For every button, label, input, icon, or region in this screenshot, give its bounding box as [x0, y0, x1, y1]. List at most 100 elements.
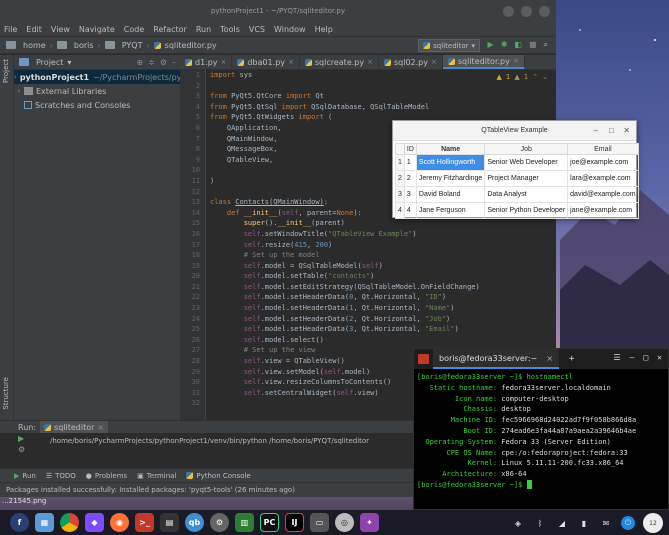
project-tool-tab[interactable]: Project [2, 59, 10, 83]
menu-help[interactable]: Help [315, 25, 333, 34]
spreadsheet-icon[interactable]: ▥ [235, 513, 254, 532]
rerun-icon[interactable]: ▶ [18, 434, 30, 443]
cell-job[interactable]: Project Manager [484, 170, 569, 187]
close-icon[interactable]: × [546, 354, 553, 363]
menu-window[interactable]: Window [274, 25, 306, 34]
chevron-right-icon[interactable]: › [14, 87, 24, 95]
row-header[interactable]: 2 [395, 170, 405, 187]
menu-run[interactable]: Run [196, 25, 211, 34]
menu-view[interactable]: View [51, 25, 70, 34]
locate-icon[interactable]: ⊕ [136, 58, 143, 67]
cell-id[interactable]: 3 [403, 186, 417, 203]
clock[interactable]: 12 [643, 513, 663, 533]
settings-icon[interactable]: ⚙ [210, 513, 229, 532]
terminal-tab[interactable]: boris@fedora33server:~ × [433, 349, 560, 369]
cell-name[interactable]: Scott Hollingworth [415, 154, 486, 171]
close-button[interactable] [539, 5, 550, 17]
chevron-right-icon[interactable]: › [14, 73, 17, 81]
tree-item-project[interactable]: › pythonProject1 ~/PycharmProjects/pyth [14, 70, 190, 84]
qbittorrent-icon[interactable]: qb [185, 513, 204, 532]
cell-id[interactable]: 4 [403, 202, 417, 219]
stop-icon[interactable]: ■ [529, 40, 537, 50]
cell-name[interactable]: Jeremy Fitzhardinge [415, 170, 486, 187]
cell-email[interactable]: lara@example.com [567, 170, 639, 187]
debug-icon[interactable]: ✱ [501, 40, 508, 50]
maximize-button[interactable] [520, 5, 532, 17]
hide-icon[interactable]: – [172, 58, 176, 67]
minimize-icon[interactable]: – [630, 353, 635, 362]
column-header-job[interactable]: Job [484, 143, 569, 155]
menu-refactor[interactable]: Refactor [153, 25, 187, 34]
row-header[interactable]: 1 [395, 154, 405, 171]
cell-job[interactable]: Senior Web Developer [484, 154, 569, 171]
files-icon[interactable]: ▦ [35, 513, 54, 532]
close-icon[interactable]: ✕ [623, 121, 630, 141]
run-icon[interactable]: ▶ [488, 40, 494, 50]
breadcrumb-file[interactable]: sqliteditor.py [165, 41, 217, 50]
tab-d1[interactable]: d1.py × [180, 55, 233, 69]
disk-icon[interactable]: ◎ [335, 513, 354, 532]
tool-tab-problems[interactable]: ● Problems [86, 472, 127, 480]
close-icon[interactable]: × [431, 58, 437, 66]
maximize-icon[interactable]: □ [609, 121, 614, 141]
terminal-output[interactable]: [boris@fedora33server ~]$ hostnamectl St… [414, 369, 668, 494]
column-header-email[interactable]: Email [567, 143, 639, 155]
close-icon[interactable]: × [97, 423, 104, 432]
tool-tab-run[interactable]: ▶ Run [14, 472, 36, 480]
menu-tools[interactable]: Tools [220, 25, 240, 34]
chrome-icon[interactable] [60, 513, 79, 532]
menu-navigate[interactable]: Navigate [79, 25, 115, 34]
menu-icon[interactable]: ☰ [613, 353, 620, 362]
tree-item-scratches[interactable]: Scratches and Consoles [14, 98, 180, 112]
tool-tab-python-console[interactable]: Python Console [186, 472, 251, 480]
run-tab[interactable]: sqliteditor × [40, 421, 109, 433]
run-config-select[interactable]: sqliteditor ▾ [418, 39, 480, 52]
volume-icon[interactable]: ◢ [555, 516, 569, 530]
menu-code[interactable]: Code [124, 25, 144, 34]
search-icon[interactable]: ⌕ [544, 40, 548, 50]
cell-id[interactable]: 1 [403, 154, 417, 171]
tab-sqliteditor[interactable]: sqliteditor.py × [442, 55, 525, 69]
breadcrumb-boris[interactable]: boris [74, 41, 94, 50]
dev-tools-icon[interactable]: ✦ [360, 513, 379, 532]
cell-email[interactable]: jane@example.com [567, 202, 639, 219]
battery-icon[interactable]: ▮ [577, 516, 591, 530]
gear-icon[interactable]: ⚙ [160, 58, 167, 67]
new-tab-icon[interactable]: + [569, 354, 574, 364]
network-icon[interactable]: ◈ [511, 516, 525, 530]
cell-job[interactable]: Senior Python Developer [484, 202, 569, 219]
tree-item-libraries[interactable]: › External Libraries [14, 84, 180, 98]
tool-tab-terminal[interactable]: ▣ Terminal [137, 472, 176, 480]
coverage-icon[interactable]: ◧ [514, 40, 522, 50]
column-header-id[interactable]: ID [403, 143, 417, 155]
close-icon[interactable]: ✕ [657, 353, 662, 362]
breadcrumb-home[interactable]: home [23, 41, 46, 50]
close-icon[interactable]: × [513, 57, 519, 65]
maximize-icon[interactable]: □ [643, 353, 648, 362]
tab-sql02[interactable]: sql02.py × [379, 55, 443, 69]
contacts-table[interactable]: ID Name Job Email 1 1 Scott Hollingworth… [395, 143, 639, 219]
pycharm-icon[interactable]: PC [260, 513, 279, 532]
fedora-icon[interactable]: f [10, 513, 29, 532]
tool-tab-todo[interactable]: ☰ TODO [46, 472, 76, 480]
cell-email[interactable]: joe@example.com [567, 154, 639, 171]
row-header[interactable]: 4 [395, 202, 405, 219]
row-header[interactable]: 3 [395, 186, 405, 203]
close-icon[interactable]: × [367, 58, 373, 66]
menu-file[interactable]: File [4, 25, 17, 34]
corner-header[interactable] [395, 143, 405, 155]
minimize-icon[interactable]: – [594, 121, 598, 141]
cell-id[interactable]: 2 [403, 170, 417, 187]
minimize-button[interactable] [502, 5, 514, 17]
close-icon[interactable]: × [288, 58, 294, 66]
menu-vcs[interactable]: VCS [249, 25, 265, 34]
chat-icon[interactable]: ✉ [599, 516, 613, 530]
tab-dba01[interactable]: dba01.py × [232, 55, 300, 69]
app-launcher-icon[interactable]: ◆ [85, 513, 104, 532]
cell-email[interactable]: david@example.com [567, 186, 639, 203]
menu-edit[interactable]: Edit [26, 25, 42, 34]
cell-name[interactable]: David Boland [415, 186, 486, 203]
firefox-icon[interactable]: ◉ [110, 513, 129, 532]
intellij-icon[interactable]: IJ [285, 513, 304, 532]
text-editor-icon[interactable]: ▭ [310, 513, 329, 532]
